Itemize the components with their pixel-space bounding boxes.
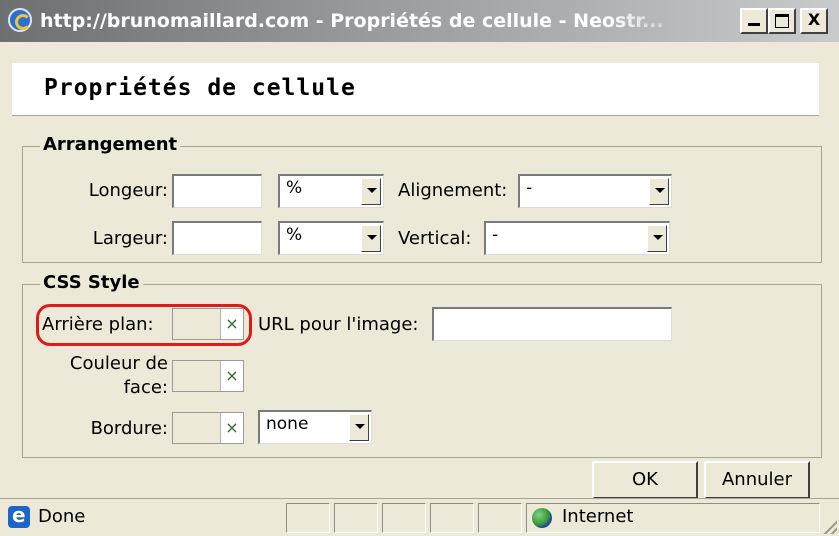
window-title: http://brunomaillard.com - Propriétés de…: [40, 10, 664, 32]
status-text: Done: [38, 506, 86, 527]
maximize-icon: [775, 14, 789, 28]
annuler-button[interactable]: Annuler: [704, 461, 810, 499]
bordure-style-select[interactable]: none: [258, 410, 372, 444]
longeur-unit-select[interactable]: %: [278, 174, 384, 208]
zone-text: Internet: [562, 506, 634, 527]
clear-color-icon[interactable]: ×: [221, 361, 243, 391]
bordure-style-value: none: [266, 414, 309, 434]
bordure-label: Bordure:: [90, 418, 168, 439]
vertical-value: -: [492, 225, 499, 245]
globe-icon: [532, 508, 552, 528]
bordure-color-picker[interactable]: ×: [172, 412, 244, 444]
minimize-icon: [748, 23, 760, 26]
url-image-label: URL pour l'image:: [258, 314, 419, 335]
ie-app-icon: [8, 8, 32, 32]
maximize-button[interactable]: [768, 8, 796, 34]
ie-page-icon: [8, 503, 30, 528]
chevron-down-icon[interactable]: [649, 178, 669, 205]
arrangement-legend: Arrangement: [40, 134, 181, 155]
alignement-label: Alignement:: [398, 180, 508, 201]
alignement-value: -: [526, 178, 533, 198]
longeur-input[interactable]: [172, 174, 262, 208]
dialog-header: Propriétés de cellule: [12, 63, 819, 116]
status-pane: [478, 503, 522, 533]
vertical-label: Vertical:: [398, 228, 472, 249]
longeur-unit-value: %: [286, 178, 303, 198]
alignement-select[interactable]: -: [518, 174, 672, 208]
status-bar: Done Internet: [0, 498, 839, 536]
couleur-face-label-line1: Couleur de: [69, 353, 168, 374]
status-pane: [430, 503, 474, 533]
dialog-window: http://brunomaillard.com - Propriétés de…: [0, 0, 839, 536]
couleur-face-swatch[interactable]: [173, 361, 221, 391]
dialog-title: Propriétés de cellule: [44, 75, 356, 101]
couleur-face-label: Couleur de face:: [50, 352, 168, 400]
couleur-face-color-picker[interactable]: ×: [172, 360, 244, 392]
css-style-legend: CSS Style: [40, 272, 143, 293]
status-pane: [382, 503, 426, 533]
chevron-down-icon[interactable]: [349, 414, 369, 441]
chevron-down-icon[interactable]: [361, 178, 381, 205]
status-pane: [334, 503, 378, 533]
largeur-unit-select[interactable]: %: [278, 221, 384, 255]
title-bar[interactable]: http://brunomaillard.com - Propriétés de…: [0, 0, 839, 42]
vertical-select[interactable]: -: [484, 221, 670, 255]
clear-color-icon[interactable]: ×: [221, 413, 243, 443]
couleur-face-label-line2: face:: [123, 377, 168, 398]
bordure-swatch[interactable]: [173, 413, 221, 443]
chevron-down-icon[interactable]: [361, 225, 381, 252]
url-image-input[interactable]: [432, 307, 672, 341]
close-button[interactable]: X: [800, 8, 828, 34]
resize-grip-icon[interactable]: [821, 518, 837, 534]
chevron-down-icon[interactable]: [647, 225, 667, 252]
ok-button[interactable]: OK: [592, 461, 698, 499]
longeur-label: Longeur:: [88, 180, 168, 201]
status-pane: [286, 503, 330, 533]
largeur-label: Largeur:: [92, 228, 168, 249]
largeur-unit-value: %: [286, 225, 303, 245]
minimize-button[interactable]: [740, 8, 768, 34]
largeur-input[interactable]: [172, 221, 262, 255]
highlight-annotation: [36, 304, 252, 346]
